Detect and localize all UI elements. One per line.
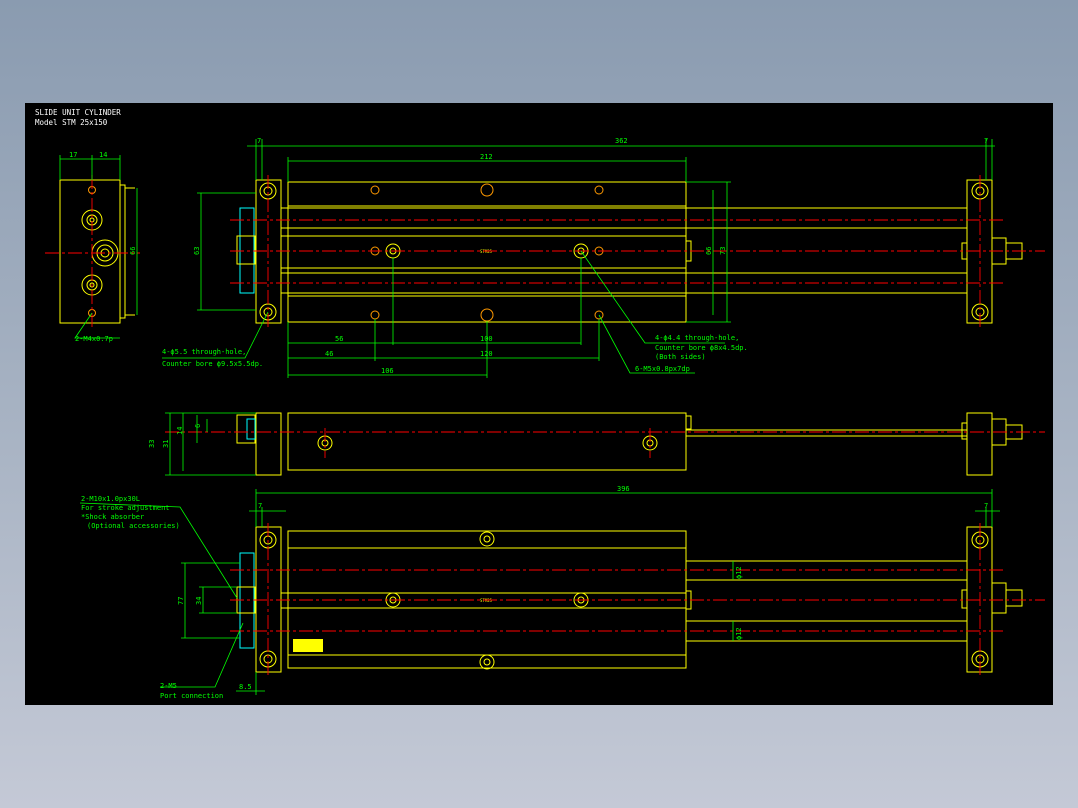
dim-100: 100 — [480, 335, 493, 343]
dim-33: 33 — [148, 440, 156, 448]
cad-drawing-sheet: SLIDE UNIT CYLINDER Model STM 25x150 17 … — [25, 103, 1053, 705]
end-view: 17 14 66 2-M4x0.7p — [45, 151, 140, 343]
dim-phi12-lower: ϕ12 — [735, 627, 743, 640]
note-m10-3: *Shock absorber — [81, 513, 144, 521]
dim-106: 106 — [381, 367, 394, 375]
dim-14-front: 14 — [176, 427, 184, 435]
dim-34: 34 — [195, 597, 203, 605]
note-hole44-2: Counter bore ϕ8x4.5dp. — [655, 344, 748, 352]
note-port-1: 2-M5 — [160, 682, 177, 690]
drawing-canvas: SLIDE UNIT CYLINDER Model STM 25x150 17 … — [35, 108, 1045, 700]
dim-362: 362 — [615, 137, 628, 145]
dim-396: 396 — [617, 485, 630, 493]
dim-66-top: 66 — [705, 247, 713, 255]
note-hole55-2: Counter bore ϕ9.5x5.5dp. — [162, 360, 263, 368]
dim-212: 212 — [480, 153, 493, 161]
dim-8-5: 8.5 — [239, 683, 252, 691]
dim-56: 56 — [335, 335, 343, 343]
warning-label-icon — [293, 639, 323, 652]
dim-66-end: 66 — [129, 247, 137, 255]
bottom-view: STM25 396 7 7 77 34 ϕ12 ϕ12 8.5 2-M10x1.… — [79, 485, 1045, 700]
dim-46: 46 — [325, 350, 333, 358]
note-m10-1: 2-M10x1.0px30L — [81, 495, 140, 503]
dim-7-left: 7 — [257, 137, 261, 145]
dim-63: 63 — [193, 247, 201, 255]
note-port-2: Port connection — [160, 692, 223, 700]
dim-7-bottom-left: 7 — [258, 502, 262, 510]
front-view: 33 31 14 6 — [148, 412, 1045, 476]
dim-phi12-upper: ϕ12 — [735, 566, 743, 579]
dim-17: 17 — [69, 151, 77, 159]
dim-73: 73 — [719, 247, 727, 255]
note-m4: 2-M4x0.7p — [75, 335, 113, 343]
note-m10-4: (Optional accessories) — [87, 522, 180, 530]
dim-6: 6 — [194, 424, 202, 428]
dim-7-bottom-right: 7 — [984, 502, 988, 510]
drawing-model: Model STM 25x150 — [35, 118, 108, 127]
dim-120: 120 — [480, 350, 493, 358]
dim-77: 77 — [177, 597, 185, 605]
dim-14: 14 — [99, 151, 107, 159]
dim-7-right: 7 — [984, 137, 988, 145]
note-m5-tap: 6-M5x0.8px7dp — [635, 365, 690, 373]
drawing-title: SLIDE UNIT CYLINDER — [35, 108, 121, 117]
note-m10-2: For stroke adjustment — [81, 504, 170, 512]
dim-31: 31 — [162, 440, 170, 448]
top-view: STM25 7 362 7 212 63 66 73 56 100 46 120… — [162, 137, 1045, 378]
body-mark-bottom: STM25 — [480, 598, 493, 603]
note-hole55-1: 4-ϕ5.5 through-hole, — [162, 348, 246, 356]
note-hole44-1: 4-ϕ4.4 through-hole, — [655, 334, 739, 342]
body-mark-top: STM25 — [480, 249, 493, 254]
note-hole44-3: (Both sides) — [655, 353, 706, 361]
